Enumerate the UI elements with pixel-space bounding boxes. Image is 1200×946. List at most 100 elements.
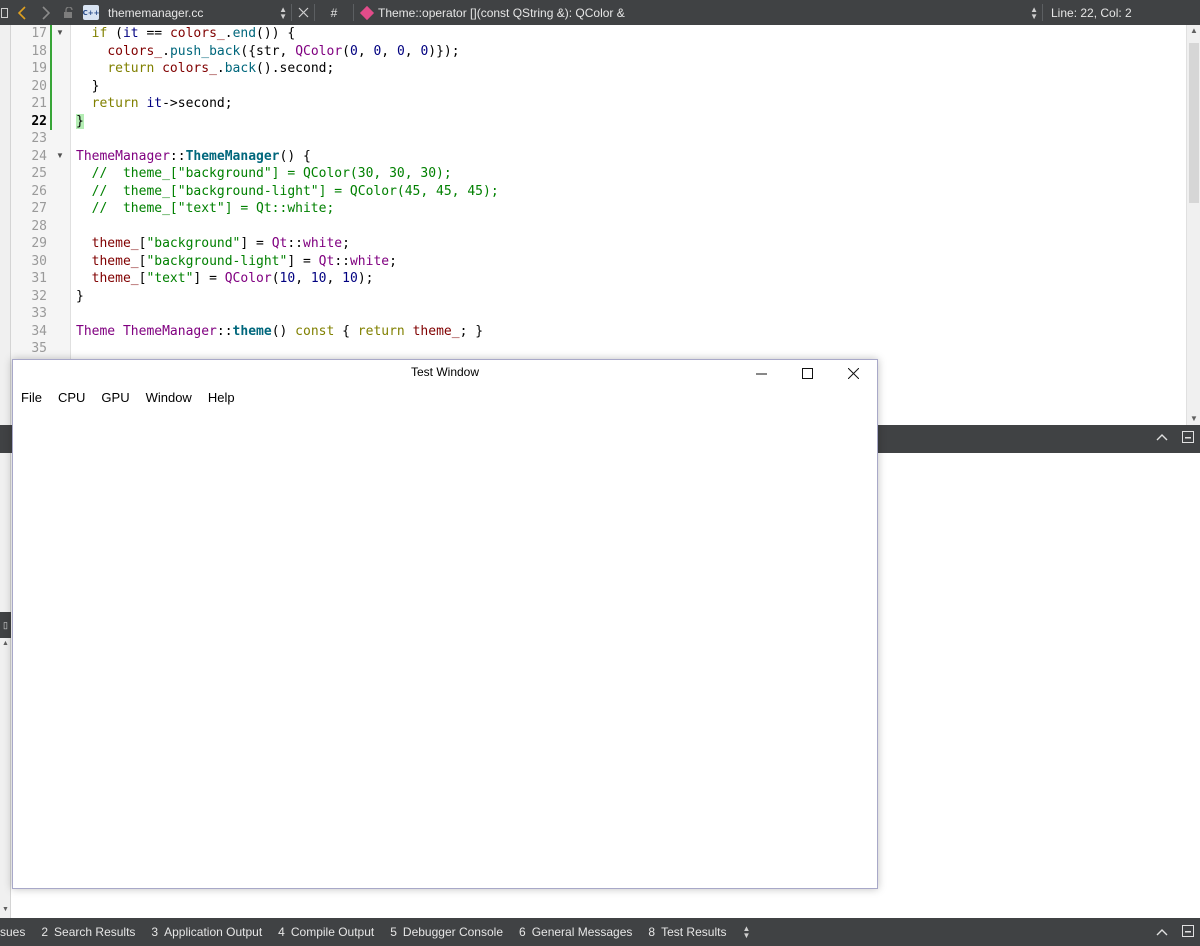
code-token: 10 <box>342 271 358 286</box>
code-token: it <box>146 96 163 111</box>
close-document-icon[interactable] <box>296 0 310 25</box>
code-token: ] = <box>193 271 225 286</box>
code-token: . <box>162 43 170 59</box>
tab-issues[interactable]: sues <box>0 918 33 946</box>
code-token: theme <box>232 323 272 339</box>
code-token: return <box>107 61 155 76</box>
code-token: const <box>295 323 335 339</box>
code-line: Theme ThemeManager::theme() const { retu… <box>76 323 483 341</box>
code-token: 0 <box>396 43 405 59</box>
tab-number: 6 <box>519 925 526 939</box>
code-token: ({str, <box>240 43 296 59</box>
toolbar-divider <box>314 4 315 21</box>
line-number: 35 <box>31 341 47 356</box>
code-token: ; <box>389 253 397 269</box>
forward-arrow-icon[interactable] <box>34 0 58 25</box>
code-token: ThemeManager <box>185 148 280 164</box>
code-token: ; } <box>459 323 484 339</box>
code-token: ().second; <box>256 61 335 76</box>
code-token: == <box>138 26 170 41</box>
code-token: , <box>381 43 397 59</box>
code-token: } <box>76 288 84 304</box>
tabs-overflow-updown-icon[interactable]: ▲ ▼ <box>742 925 750 940</box>
code-line: // theme_["background-light"] = QColor(4… <box>76 183 499 201</box>
code-token: return <box>357 323 405 339</box>
menu-gpu[interactable]: GPU <box>93 390 137 405</box>
tab-number: 5 <box>390 925 397 939</box>
close-icon[interactable] <box>830 360 876 386</box>
left-panel-strip <box>0 453 11 918</box>
tab-label: Search Results <box>54 925 136 939</box>
window-menubar: File CPU GPU Window Help <box>13 386 243 408</box>
function-symbol-icon <box>359 5 375 20</box>
window-client-area[interactable] <box>13 412 877 888</box>
tab-debugger-console[interactable]: 5 Debugger Console <box>382 918 511 946</box>
minimize-icon[interactable] <box>738 360 784 386</box>
code-token: () <box>271 323 296 339</box>
tab-compile-output[interactable]: 4 Compile Output <box>270 918 382 946</box>
line-number: 25 <box>31 166 47 181</box>
line-number: 31 <box>31 271 47 286</box>
code-token: . <box>224 26 233 41</box>
tab-label: General Messages <box>531 925 633 939</box>
scroll-down-arrow-icon[interactable]: ▼ <box>1187 413 1200 425</box>
maximize-icon[interactable] <box>784 360 830 386</box>
scroll-up-arrow-icon[interactable]: ▲ <box>1187 25 1200 37</box>
code-token: } <box>91 78 100 94</box>
left-scroll-up-icon[interactable]: ▲ <box>0 640 11 647</box>
line-number: 23 <box>31 131 47 146</box>
code-token: . <box>216 61 225 76</box>
scrollbar-thumb[interactable] <box>1189 43 1199 203</box>
code-token: theme_ <box>91 253 139 269</box>
code-line: } <box>76 78 100 96</box>
code-line: return colors_.back().second; <box>76 60 334 78</box>
toolbar-divider <box>1042 4 1043 21</box>
fold-arrow-icon[interactable]: ▼ <box>56 151 64 160</box>
code-token: ; <box>342 236 350 251</box>
code-token: QColor <box>224 271 272 286</box>
tab-test-results[interactable]: 8 Test Results <box>640 918 734 946</box>
symbol-selector-combo[interactable]: Theme::operator [](const QString &): QCo… <box>358 5 1038 20</box>
code-line: theme_["background-light"] = Qt::white; <box>76 253 397 271</box>
menu-window[interactable]: Window <box>138 390 200 405</box>
back-arrow-icon[interactable] <box>10 0 34 25</box>
left-panel-toggle-icon[interactable]: ▯ <box>0 612 11 638</box>
menu-help[interactable]: Help <box>200 390 243 405</box>
code-comment: // theme_["text"] = Qt::white; <box>91 201 335 216</box>
collapse-pane-icon[interactable] <box>1156 926 1168 940</box>
tab-general-messages[interactable]: 6 General Messages <box>511 918 640 946</box>
change-marker <box>50 25 52 130</box>
lock-icon[interactable] <box>58 0 80 25</box>
editor-vertical-scrollbar[interactable]: ▲ ▼ <box>1186 25 1200 425</box>
tab-label: Test Results <box>661 925 727 939</box>
code-token: theme_ <box>91 271 139 286</box>
code-token: "background-light" <box>146 253 288 269</box>
left-scroll-down-icon[interactable]: ▼ <box>0 906 11 913</box>
cursor-position[interactable]: Line: 22, Col: 2 <box>1047 6 1132 20</box>
code-token: ( <box>342 43 350 59</box>
close-pane-icon[interactable] <box>1182 431 1194 446</box>
window-titlebar[interactable]: Test Window <box>13 360 877 386</box>
code-line: } <box>76 113 84 131</box>
tab-number: 8 <box>648 925 656 939</box>
hash-button[interactable]: # <box>319 6 349 20</box>
menu-file[interactable]: File <box>13 390 50 405</box>
code-token: 0 <box>349 43 358 59</box>
output-pane-toggle-icon[interactable] <box>1182 925 1194 940</box>
code-token: 10 <box>310 271 327 286</box>
test-window[interactable]: Test Window File CPU GPU Window Help <box>12 359 878 889</box>
fold-arrow-icon[interactable]: ▼ <box>56 28 64 37</box>
code-token: colors_ <box>107 43 163 59</box>
line-number: 28 <box>31 218 47 234</box>
tab-search-results[interactable]: 2 Search Results <box>33 918 143 946</box>
file-selector-combo[interactable]: thememanager.cc ▲ ▼ <box>102 5 287 20</box>
menu-cpu[interactable]: CPU <box>50 390 93 405</box>
tab-application-output[interactable]: 3 Application Output <box>143 918 270 946</box>
sidebar-toggle-icon[interactable] <box>0 0 10 25</box>
code-token: if <box>91 26 108 41</box>
line-number: 19 <box>31 61 47 76</box>
code-token: Theme <box>76 323 116 339</box>
maximize-pane-icon[interactable] <box>1156 431 1168 445</box>
